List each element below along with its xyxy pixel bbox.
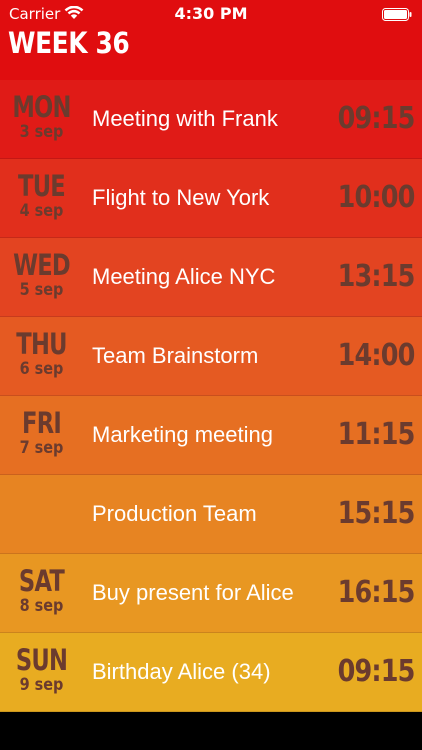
header: Carrier 4:30 PM WEEK 36	[0, 0, 422, 80]
day-block: SAT 8 sep	[0, 566, 83, 616]
day-name: MON	[12, 90, 71, 124]
day-block: WED 5 sep	[0, 250, 83, 300]
day-block: TUE 4 sep	[0, 171, 83, 221]
event-row-0[interactable]: MON 3 sep Meeting with Frank 09:15	[0, 80, 422, 159]
event-title: Buy present for Alice	[92, 580, 294, 605]
event-title: Birthday Alice (34)	[92, 659, 271, 684]
day-name: TUE	[18, 169, 66, 203]
day-name: SUN	[15, 643, 68, 677]
day-date: 8 sep	[19, 596, 64, 616]
day-date: 6 sep	[19, 359, 64, 379]
event-title: Meeting Alice NYC	[92, 264, 276, 289]
clock-label: 4:30 PM	[174, 4, 248, 23]
event-list: MON 3 sep Meeting with Frank 09:15 TUE 4…	[0, 80, 422, 712]
battery-icon	[382, 8, 412, 21]
status-bar: Carrier 4:30 PM	[0, 0, 422, 28]
event-time: 15:15	[337, 496, 415, 531]
day-name: FRI	[22, 406, 62, 440]
event-title: Meeting with Frank	[92, 106, 278, 131]
day-name: SAT	[18, 564, 65, 598]
event-row-1[interactable]: TUE 4 sep Flight to New York 10:00	[0, 159, 422, 238]
day-date: 3 sep	[19, 122, 64, 142]
day-block: THU 6 sep	[0, 329, 83, 379]
event-time: 16:15	[337, 575, 415, 610]
event-time: 10:00	[337, 180, 415, 215]
event-title: Production Team	[92, 501, 257, 526]
day-block: SUN 9 sep	[0, 645, 83, 695]
event-title: Marketing meeting	[92, 422, 273, 447]
event-time: 13:15	[337, 259, 415, 294]
app-screen: Carrier 4:30 PM WEEK 36 MON 3 sep Meetin…	[0, 0, 422, 750]
event-row-6[interactable]: SAT 8 sep Buy present for Alice 16:15	[0, 554, 422, 633]
week-title: WEEK 36	[8, 26, 130, 60]
day-block: MON 3 sep	[0, 92, 83, 142]
day-date: 7 sep	[19, 438, 64, 458]
event-time: 11:15	[337, 417, 415, 452]
event-time: 09:15	[337, 654, 415, 689]
event-row-7[interactable]: SUN 9 sep Birthday Alice (34) 09:15	[0, 633, 422, 712]
day-block: FRI 7 sep	[0, 408, 83, 458]
event-row-2[interactable]: WED 5 sep Meeting Alice NYC 13:15	[0, 238, 422, 317]
day-name: THU	[16, 327, 67, 361]
event-title: Team Brainstorm	[92, 343, 259, 368]
day-date: 5 sep	[19, 280, 64, 300]
event-time: 09:15	[337, 101, 415, 136]
event-row-5[interactable]: Production Team 15:15	[0, 475, 422, 554]
event-title: Flight to New York	[92, 185, 270, 210]
day-date: 4 sep	[19, 201, 64, 221]
event-row-4[interactable]: FRI 7 sep Marketing meeting 11:15	[0, 396, 422, 475]
event-row-3[interactable]: THU 6 sep Team Brainstorm 14:00	[0, 317, 422, 396]
day-date: 9 sep	[19, 675, 64, 695]
event-time: 14:00	[337, 338, 415, 373]
day-name: WED	[13, 248, 71, 282]
